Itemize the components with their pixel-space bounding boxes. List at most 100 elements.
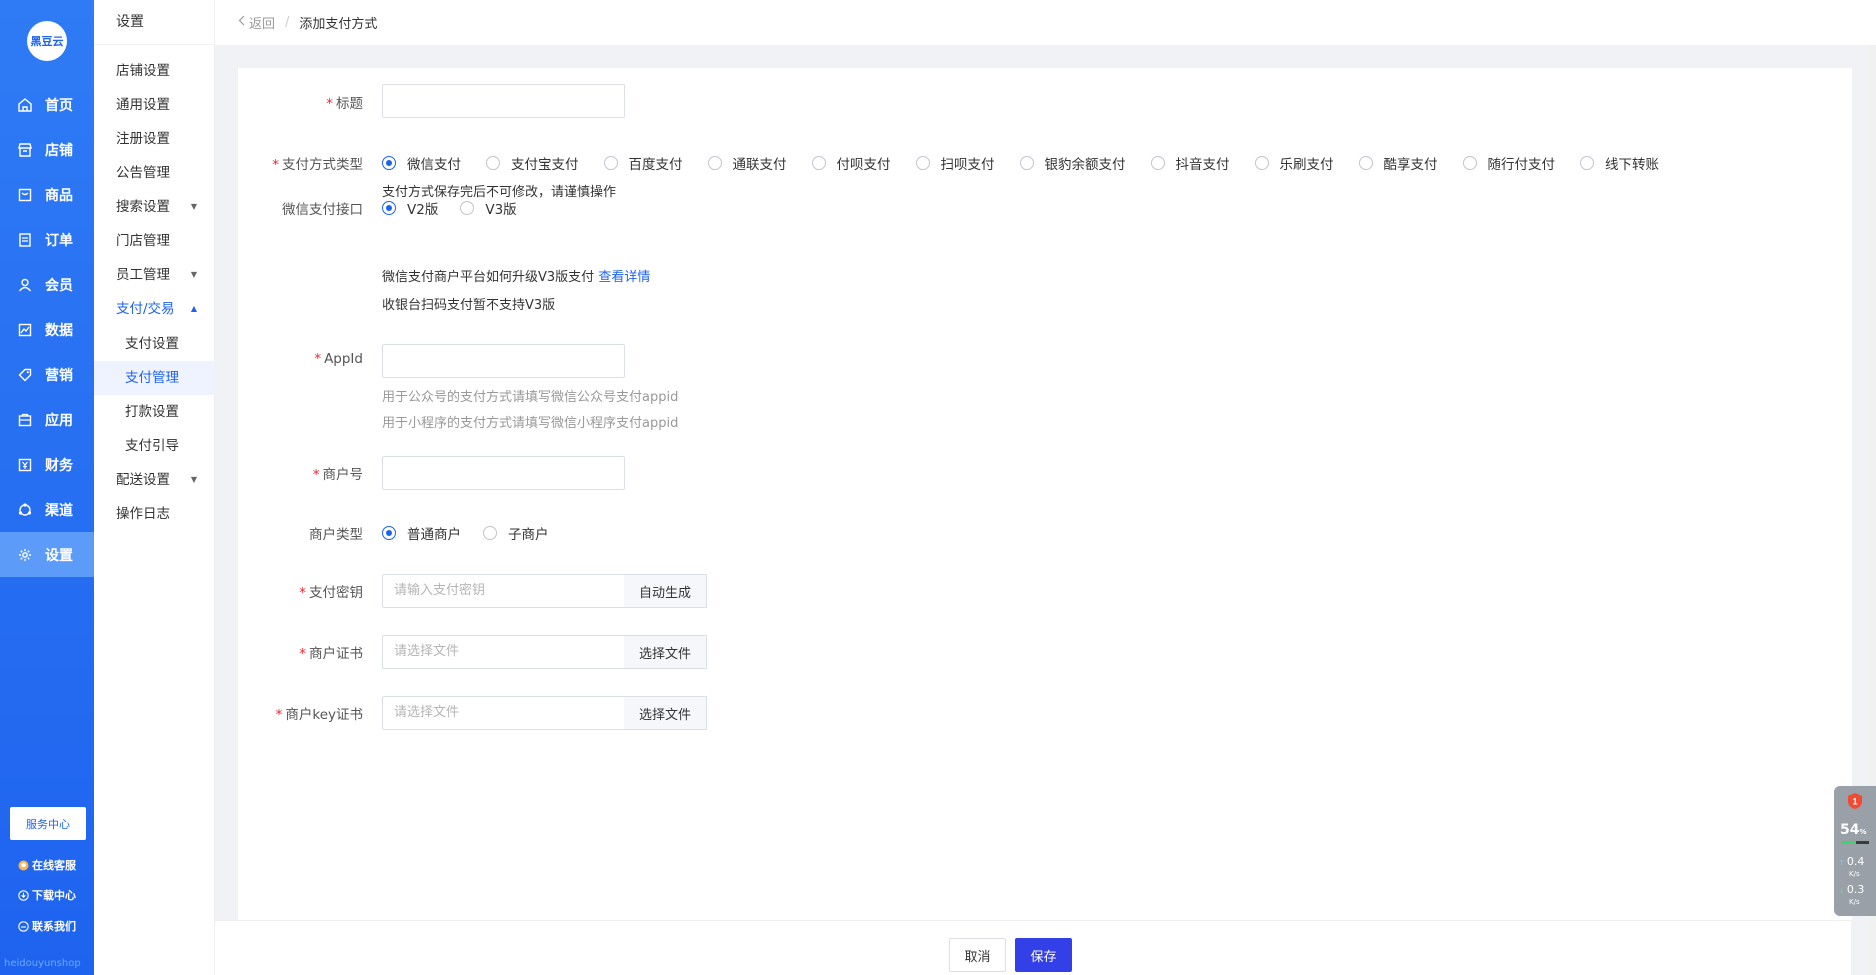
- system-monitor-widget[interactable]: 1 54% ↑ 0.4 K/s ↓ 0.3 K/s: [1834, 786, 1876, 916]
- rail-item-shop[interactable]: 店铺: [0, 127, 94, 172]
- mch-type-option-normal[interactable]: 普通商户: [382, 523, 461, 543]
- pay-key-label-text: 支付密钥: [309, 585, 363, 601]
- rail-item-settings[interactable]: 设置: [0, 532, 94, 577]
- pay-type-option-baidu[interactable]: 百度支付: [603, 153, 683, 173]
- option-label: 银豹余额支付: [1044, 157, 1126, 173]
- caret-down-icon: ▼: [190, 270, 197, 279]
- service-center-button[interactable]: 服务中心: [10, 807, 86, 840]
- rail-item-data[interactable]: 数据: [0, 307, 94, 352]
- form-card: * 标题 * 支付方式类型 微信支付 支付宝支付 百度支付 通联支付 付呗支付 扫呗…: [238, 68, 1852, 920]
- option-label: V2版: [407, 202, 439, 218]
- save-button[interactable]: 保存: [1015, 938, 1072, 972]
- wx-api-option-v2[interactable]: V2版: [382, 198, 438, 218]
- pay-key-input[interactable]: 请输入支付密钥: [382, 574, 625, 608]
- wx-api-option-v3[interactable]: V3版: [460, 198, 517, 218]
- subnav-item-general-settings[interactable]: 通用设置: [94, 88, 215, 122]
- pay-type-option-fubei[interactable]: 付呗支付: [811, 153, 891, 173]
- radio-dot: [1150, 156, 1165, 170]
- pay-type-option-douyin[interactable]: 抖音支付: [1150, 153, 1230, 173]
- download-center-link[interactable]: 下载中心: [17, 887, 76, 903]
- rail-item-label: 渠道: [45, 502, 73, 519]
- logo[interactable]: 黑豆云: [27, 21, 67, 61]
- pay-type-option-alipay[interactable]: 支付宝支付: [486, 153, 579, 173]
- rail-item-label: 设置: [45, 547, 73, 564]
- required-mark: *: [299, 585, 306, 601]
- subnav-item-payment-trade[interactable]: 支付/交易 ▲: [94, 292, 215, 326]
- wx-api-hint-text: 微信支付商户平台如何升级V3版支付: [382, 270, 595, 285]
- title-input[interactable]: [382, 84, 625, 118]
- wx-api-label: 微信支付接口: [238, 198, 363, 218]
- upload-speed-value: 0.4: [1846, 855, 1865, 868]
- radio-dot: [1019, 156, 1034, 170]
- subnav-item-notice[interactable]: 公告管理: [94, 156, 215, 190]
- subnav-item-register-settings[interactable]: 注册设置: [94, 122, 215, 156]
- rail-item-home[interactable]: 首页: [0, 82, 94, 127]
- subnav-item-payment-management[interactable]: 支付管理: [94, 361, 215, 395]
- cert-input[interactable]: 请选择文件: [382, 635, 625, 669]
- choose-cert-file-button[interactable]: 选择文件: [624, 635, 707, 669]
- required-mark: *: [299, 646, 306, 662]
- rail-item-channel[interactable]: 渠道: [0, 487, 94, 532]
- settings-subnav: 设置 店铺设置 通用设置 注册设置 公告管理 搜索设置 ▼ 门店管理 员工管理 ▼ …: [94, 0, 215, 975]
- subnav-item-stores[interactable]: 门店管理: [94, 224, 215, 258]
- pay-type-option-leshua[interactable]: 乐刷支付: [1254, 153, 1334, 173]
- option-label: 通联支付: [732, 157, 787, 173]
- download-speed-unit: K/s: [1849, 898, 1860, 906]
- subnav-item-label: 支付/交易: [116, 301, 175, 317]
- option-label: 线下转账: [1605, 157, 1659, 173]
- mch-type-option-sub[interactable]: 子商户: [483, 523, 549, 543]
- rail-item-label: 应用: [45, 412, 73, 429]
- chevron-left-icon: [238, 15, 245, 30]
- radio-dot: [382, 201, 396, 215]
- rail-item-finance[interactable]: 财务: [0, 442, 94, 487]
- subnav-item-remit-settings[interactable]: 打款设置: [94, 395, 215, 429]
- rail-item-label: 数据: [45, 322, 73, 339]
- back-link[interactable]: 返回: [238, 13, 275, 32]
- subnav-item-delivery[interactable]: 配送设置 ▼: [94, 463, 215, 497]
- subnav-item-payment-settings[interactable]: 支付设置: [94, 327, 215, 361]
- contact-us-link[interactable]: 联系我们: [17, 918, 76, 934]
- pay-type-option-saobei[interactable]: 扫呗支付: [915, 153, 995, 173]
- rail-item-marketing[interactable]: 营销: [0, 352, 94, 397]
- pay-type-option-offline[interactable]: 线下转账: [1580, 153, 1659, 173]
- radio-dot: [382, 526, 396, 540]
- appid-input[interactable]: [382, 344, 625, 378]
- cancel-button[interactable]: 取消: [949, 938, 1006, 972]
- rail-item-order[interactable]: 订单: [0, 217, 94, 262]
- rail-item-app[interactable]: 应用: [0, 397, 94, 442]
- rail-item-member[interactable]: 会员: [0, 262, 94, 307]
- wx-api-hint: 微信支付商户平台如何升级V3版支付 查看详情: [382, 266, 650, 285]
- radio-dot: [486, 156, 500, 170]
- wx-api-radio-group: V2版 V3版: [382, 198, 517, 218]
- key-cert-input[interactable]: 请选择文件: [382, 696, 625, 730]
- subnav-item-payment-guide[interactable]: 支付引导: [94, 429, 215, 463]
- radio-dot: [707, 156, 722, 170]
- pay-type-option-yinbao[interactable]: 银豹余额支付: [1019, 153, 1126, 173]
- key-cert-label-text: 商户key证书: [285, 707, 363, 723]
- pay-type-option-wechat[interactable]: 微信支付: [382, 153, 461, 173]
- choose-key-cert-file-button[interactable]: 选择文件: [624, 696, 707, 730]
- mch-id-input[interactable]: [382, 456, 625, 490]
- subnav-item-operation-log[interactable]: 操作日志: [94, 497, 215, 531]
- option-label: 扫呗支付: [940, 157, 995, 173]
- customer-service-icon: [17, 859, 29, 871]
- pay-type-option-kuxiang[interactable]: 酷享支付: [1358, 153, 1438, 173]
- option-label: 乐刷支付: [1279, 157, 1334, 173]
- pay-type-option-suixingfu[interactable]: 随行付支付: [1462, 153, 1555, 173]
- cert-label-text: 商户证书: [309, 646, 363, 662]
- rail-item-label: 店铺: [45, 142, 73, 159]
- radio-dot: [1254, 156, 1269, 170]
- option-label: 付呗支付: [836, 157, 891, 173]
- view-details-link[interactable]: 查看详情: [598, 270, 650, 285]
- subnav-item-staff[interactable]: 员工管理 ▼: [94, 258, 215, 292]
- subnav-item-search-settings[interactable]: 搜索设置 ▼: [94, 190, 215, 224]
- option-label: V3版: [485, 202, 517, 218]
- rail-item-goods[interactable]: 商品: [0, 172, 94, 217]
- appid-hint-2: 用于小程序的支付方式请填写微信小程序支付appid: [382, 416, 679, 431]
- required-mark: *: [272, 157, 279, 173]
- pay-type-option-allinpay[interactable]: 通联支付: [707, 153, 787, 173]
- online-service-link[interactable]: 在线客服: [17, 857, 76, 873]
- finance-icon: [17, 457, 33, 473]
- auto-generate-button[interactable]: 自动生成: [624, 574, 707, 608]
- subnav-item-shop-settings[interactable]: 店铺设置: [94, 54, 215, 88]
